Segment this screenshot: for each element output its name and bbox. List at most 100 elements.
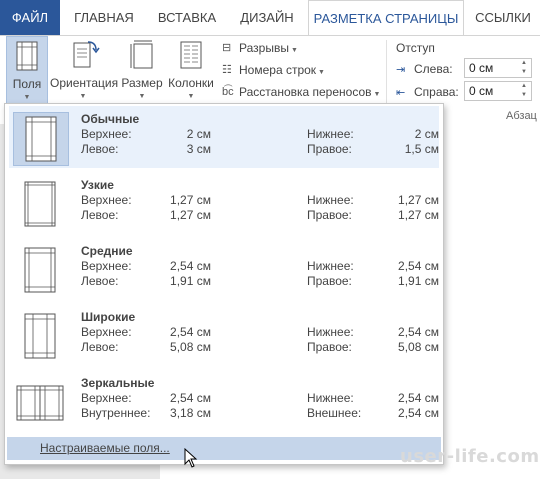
- left-value: 1,91 см: [170, 274, 211, 288]
- watermark: user-life.com: [400, 446, 540, 467]
- columns-label: Колонки: [168, 76, 214, 90]
- paragraph-group-label: Абзац: [506, 110, 537, 122]
- bottom-value: 2 см: [414, 127, 439, 141]
- inside-label: Внутреннее:: [81, 406, 151, 420]
- top-value: 2,54 см: [170, 325, 211, 339]
- left-value: 3 см: [186, 142, 211, 156]
- indent-right-field[interactable]: 0 см ▲ ▼: [464, 81, 532, 101]
- preset-thumb: [13, 310, 69, 364]
- indent-left-label: Слева:: [414, 62, 453, 76]
- indent-right-row: ⇤ Справа: 0 см ▲ ▼: [396, 81, 532, 103]
- chevron-down-icon: ▼: [79, 93, 87, 100]
- preset-name: Средние: [81, 244, 133, 258]
- breaks-icon: ⊟: [222, 42, 232, 54]
- preset-name: Зеркальные: [81, 376, 155, 390]
- margin-preset-moderate[interactable]: Средние Верхнее: 2,54 см Нижнее: 2,54 см…: [9, 238, 439, 300]
- top-value: 2,54 см: [170, 391, 211, 405]
- outside-value: 2,54 см: [398, 406, 439, 420]
- custom-margins-label: Настраиваемые поля...: [40, 441, 170, 455]
- chevron-down-icon: ▼: [373, 91, 381, 98]
- line-numbers-button[interactable]: ☷ Номера строк ▼: [222, 61, 325, 79]
- top-label: Верхнее:: [81, 391, 132, 405]
- bottom-label: Нижнее:: [307, 127, 354, 141]
- page-size-icon: [130, 40, 153, 69]
- bottom-value: 1,27 см: [398, 193, 439, 207]
- orientation-button[interactable]: Ориентация ▼: [50, 36, 119, 101]
- margins-icon: [16, 41, 38, 71]
- top-value: 2,54 см: [170, 259, 211, 273]
- preset-name: Обычные: [81, 112, 140, 126]
- margins-button[interactable]: Поля ▼: [6, 36, 48, 104]
- margins-label: Поля: [12, 77, 42, 91]
- columns-button[interactable]: Колонки ▼: [166, 36, 216, 101]
- top-value: 2 см: [186, 127, 211, 141]
- top-label: Верхнее:: [81, 127, 132, 141]
- preset-name: Узкие: [81, 178, 114, 192]
- tab-file[interactable]: ФАЙЛ: [0, 0, 60, 35]
- right-value: 1,5 см: [404, 142, 439, 156]
- indent-right-label: Справа:: [414, 85, 459, 99]
- breaks-label: Разрывы: [239, 41, 289, 55]
- bottom-label: Нижнее:: [307, 391, 354, 405]
- chevron-down-icon: ▼: [187, 93, 195, 100]
- size-label: Размер: [121, 76, 163, 90]
- tab-home[interactable]: ГЛАВНАЯ: [62, 0, 146, 35]
- size-button[interactable]: Размер ▼: [120, 36, 164, 101]
- breaks-button[interactable]: ⊟ Разрывы ▼: [222, 39, 298, 57]
- chevron-down-icon: ▼: [23, 94, 31, 101]
- tab-layout[interactable]: РАЗМЕТКА СТРАНИЦЫ: [308, 0, 464, 36]
- bottom-value: 2,54 см: [398, 259, 439, 273]
- indent-left-value: 0 см: [469, 61, 494, 75]
- left-label: Левое:: [81, 274, 119, 288]
- spinner-arrows-icon[interactable]: ▲ ▼: [519, 82, 529, 100]
- tab-design[interactable]: ДИЗАЙН: [228, 0, 306, 35]
- right-value: 1,27 см: [398, 208, 439, 222]
- indent-left-field[interactable]: 0 см ▲ ▼: [464, 58, 532, 78]
- bottom-value: 2,54 см: [398, 325, 439, 339]
- tab-insert[interactable]: ВСТАВКА: [146, 0, 228, 35]
- margin-mirrored-icon: [16, 385, 64, 421]
- preset-thumb: [13, 244, 69, 298]
- chevron-down-icon: ▼: [138, 93, 146, 100]
- margin-preset-normal[interactable]: Обычные Верхнее: 2 см Нижнее: 2 см Левое…: [9, 106, 439, 168]
- tab-references[interactable]: ССЫЛКИ: [466, 0, 540, 35]
- margin-preset-mirrored[interactable]: Зеркальные Верхнее: 2,54 см Нижнее: 2,54…: [9, 370, 439, 432]
- margin-narrow-icon: [24, 181, 56, 227]
- columns-icon: [180, 41, 202, 69]
- indent-title: Отступ: [396, 41, 435, 55]
- left-label: Левое:: [81, 340, 119, 354]
- right-label: Правое:: [307, 274, 352, 288]
- margins-dropdown: Обычные Верхнее: 2 см Нижнее: 2 см Левое…: [4, 103, 444, 465]
- bottom-value: 2,54 см: [398, 391, 439, 405]
- inside-value: 3,18 см: [170, 406, 211, 420]
- margin-preset-wide[interactable]: Широкие Верхнее: 2,54 см Нижнее: 2,54 см…: [9, 304, 439, 366]
- indent-left-row: ⇥ Слева: 0 см ▲ ▼: [396, 58, 532, 80]
- top-label: Верхнее:: [81, 259, 132, 273]
- margin-preset-narrow[interactable]: Узкие Верхнее: 1,27 см Нижнее: 1,27 см Л…: [9, 172, 439, 234]
- line-numbers-label: Номера строк: [239, 63, 317, 77]
- margin-wide-icon: [24, 313, 56, 359]
- top-label: Верхнее:: [81, 325, 132, 339]
- hyphenation-button[interactable]: b͡c Расстановка переносов ▼: [222, 83, 380, 101]
- left-label: Левое:: [81, 142, 119, 156]
- preset-thumb: [13, 376, 69, 430]
- margin-moderate-icon: [24, 247, 56, 293]
- margin-normal-icon: [25, 116, 57, 162]
- hyphenation-label: Расстановка переносов: [239, 85, 372, 99]
- indent-right-value: 0 см: [469, 84, 494, 98]
- orientation-label: Ориентация: [50, 76, 119, 90]
- orientation-icon: [73, 41, 100, 68]
- preset-thumb: [13, 178, 69, 232]
- indent-left-icon: ⇥: [396, 64, 406, 76]
- line-numbers-icon: ☷: [222, 64, 232, 76]
- custom-margins-item[interactable]: Настраиваемые поля...: [7, 437, 441, 460]
- indent-right-icon: ⇤: [396, 87, 406, 99]
- mouse-cursor-icon: [184, 448, 198, 468]
- preset-name: Широкие: [81, 310, 136, 324]
- right-label: Правое:: [307, 340, 352, 354]
- preset-thumb: [13, 112, 69, 166]
- spinner-arrows-icon[interactable]: ▲ ▼: [519, 59, 529, 77]
- chevron-down-icon: ▼: [318, 69, 325, 76]
- bottom-label: Нижнее:: [307, 259, 354, 273]
- right-label: Правое:: [307, 142, 352, 156]
